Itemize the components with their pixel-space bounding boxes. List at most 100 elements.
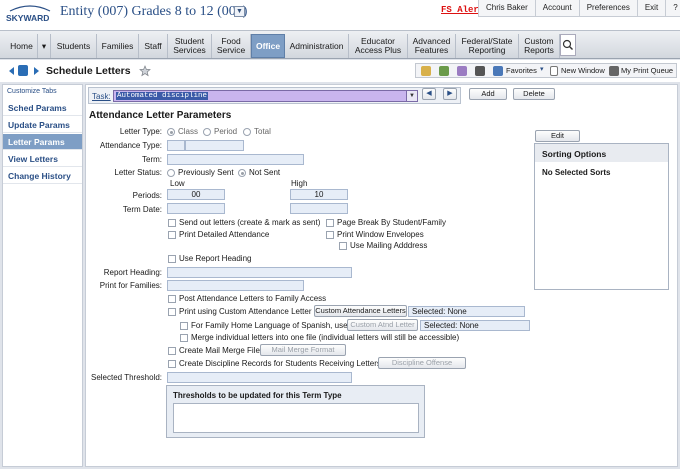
sidebar-item-update-params[interactable]: Update Params <box>3 117 82 133</box>
selected-threshold-input[interactable] <box>167 372 352 383</box>
print-custom-label: Print using Custom Attendance Letter <box>179 307 312 316</box>
sorting-options-panel: Sorting Options No Selected Sorts <box>534 143 669 290</box>
new-window-link[interactable]: New Window <box>561 66 605 75</box>
task-next-button[interactable]: ▶ <box>443 88 457 100</box>
customize-tabs-link[interactable]: Customize Tabs <box>7 88 57 95</box>
nav-federal-state-reporting[interactable]: Federal/State Reporting <box>456 34 519 58</box>
favorites-menu[interactable]: Favorites <box>506 66 537 75</box>
edit-sort-button[interactable]: Edit <box>535 130 580 142</box>
entity-dropdown-icon[interactable]: ▼ <box>234 6 245 17</box>
term-date-high-input[interactable] <box>290 203 348 214</box>
nav-families[interactable]: Families <box>97 34 139 58</box>
spanish-letter-selected: Selected: None <box>420 320 530 331</box>
attendance-type-desc-input[interactable] <box>185 140 244 151</box>
nav-advanced-features[interactable]: Advanced Features <box>408 34 456 58</box>
merge-checkbox[interactable] <box>180 334 188 342</box>
status-previously-sent-radio[interactable] <box>167 169 175 177</box>
print-detailed-checkbox[interactable] <box>168 231 176 239</box>
letter-type-class-radio[interactable] <box>167 128 175 136</box>
letter-type-label: Letter Type: <box>119 127 162 136</box>
use-report-heading-label: Use Report Heading <box>179 254 252 263</box>
sidebar-item-sched-params[interactable]: Sched Params <box>3 100 82 116</box>
term-date-low-input[interactable] <box>167 203 225 214</box>
nav-educator-access-plus[interactable]: Educator Access Plus <box>349 34 408 58</box>
term-input[interactable] <box>167 154 304 165</box>
alert-icon[interactable] <box>421 66 431 76</box>
mail-merge-checkbox[interactable] <box>168 347 176 355</box>
add-task-button[interactable]: Add <box>469 88 507 100</box>
sidebar-item-change-history[interactable]: Change History <box>3 168 82 184</box>
discipline-offense-button[interactable]: Discipline Offense <box>378 357 466 369</box>
print-envelopes-label: Print Window Envelopes <box>337 230 424 239</box>
page-toolbar: Favorites ▾ New Window My Print Queue <box>415 63 677 78</box>
sidebar-item-letter-params[interactable]: Letter Params <box>3 134 82 150</box>
print-queue-icon[interactable] <box>609 66 619 76</box>
use-mailing-checkbox[interactable] <box>339 242 347 250</box>
exit-link[interactable]: Exit <box>638 0 667 16</box>
task-value: Automated discipline <box>116 92 209 100</box>
mail-merge-format-button[interactable]: Mail Merge Format <box>260 344 346 356</box>
report-heading-input[interactable] <box>167 267 352 278</box>
nav-search-button[interactable] <box>560 34 576 56</box>
page-title-bar: Schedule Letters Favorites ▾ New Window … <box>0 60 680 82</box>
task-label[interactable]: Task: <box>92 92 111 101</box>
favorites-icon[interactable] <box>493 66 503 76</box>
use-report-heading-checkbox[interactable] <box>168 255 176 263</box>
term-label: Term: <box>142 155 162 164</box>
post-attendance-checkbox[interactable] <box>168 295 176 303</box>
tools-icon[interactable] <box>457 66 467 76</box>
page-break-checkbox[interactable] <box>326 219 334 227</box>
account-link[interactable]: Account <box>536 0 580 16</box>
page-break-label: Page Break By Student/Family <box>337 218 446 227</box>
spanish-checkbox[interactable] <box>180 322 188 330</box>
print-custom-checkbox[interactable] <box>168 308 176 316</box>
status-not-sent-radio[interactable] <box>238 169 246 177</box>
task-prev-button[interactable]: ◀ <box>422 88 436 100</box>
periods-high-input[interactable]: 10 <box>290 189 348 200</box>
favorite-star-icon[interactable] <box>139 65 151 77</box>
nav-food-service[interactable]: Food Service <box>212 34 251 58</box>
discipline-checkbox[interactable] <box>168 360 176 368</box>
back-arrow-icon[interactable] <box>6 66 18 76</box>
nav-student-services[interactable]: Student Services <box>168 34 212 58</box>
custom-atnd-letter-button[interactable]: Custom Atnd Letter <box>347 319 418 331</box>
home-dropdown-icon[interactable]: ▾ <box>38 34 51 58</box>
nav-students[interactable]: Students <box>51 34 97 58</box>
thresholds-title: Thresholds to be updated for this Term T… <box>173 391 342 400</box>
task-dropdown-icon[interactable]: ▼ <box>406 90 418 102</box>
forward-arrow-icon[interactable] <box>30 66 42 76</box>
letter-type-total-radio[interactable] <box>243 128 251 136</box>
main-nav: Home ▾ Students Families Staff Student S… <box>0 30 680 59</box>
help-link[interactable]: ? <box>666 0 680 16</box>
send-out-label: Send out letters (create & mark as sent) <box>179 218 321 227</box>
mail-merge-label: Create Mail Merge File <box>179 346 260 355</box>
nav-administration[interactable]: Administration <box>285 34 349 58</box>
task-select[interactable]: Automated discipline <box>113 90 418 102</box>
attendance-type-label: Attendance Type: <box>99 141 162 150</box>
notes-icon[interactable] <box>439 66 449 76</box>
print-for-families-input[interactable] <box>167 280 304 291</box>
custom-attendance-letters-button[interactable]: Custom Attendance Letters <box>314 305 407 317</box>
form-heading: Attendance Letter Parameters <box>89 110 232 121</box>
sidebar-item-view-letters[interactable]: View Letters <box>3 151 82 167</box>
letter-type-period-radio[interactable] <box>203 128 211 136</box>
camera-icon[interactable] <box>475 66 485 76</box>
preferences-link[interactable]: Preferences <box>580 0 638 16</box>
status-previously-sent-label: Previously Sent <box>178 168 234 177</box>
nav-custom-reports[interactable]: Custom Reports <box>519 34 560 58</box>
print-envelopes-checkbox[interactable] <box>326 231 334 239</box>
print-queue-link[interactable]: My Print Queue <box>621 66 673 75</box>
nav-office[interactable]: Office <box>251 34 285 58</box>
user-name-link[interactable]: Chris Baker <box>479 0 536 16</box>
thresholds-list[interactable] <box>173 403 419 433</box>
send-out-checkbox[interactable] <box>168 219 176 227</box>
nav-staff[interactable]: Staff <box>139 34 168 58</box>
history-dropdown-icon[interactable] <box>18 65 28 76</box>
delete-task-button[interactable]: Delete <box>513 88 555 100</box>
periods-low-input[interactable]: 00 <box>167 189 225 200</box>
attendance-type-code-input[interactable] <box>167 140 185 151</box>
print-for-families-label: Print for Families: <box>99 281 162 290</box>
favorites-dropdown-icon[interactable]: ▾ <box>540 65 544 73</box>
new-window-icon[interactable] <box>550 66 558 76</box>
nav-home[interactable]: Home <box>6 34 38 58</box>
